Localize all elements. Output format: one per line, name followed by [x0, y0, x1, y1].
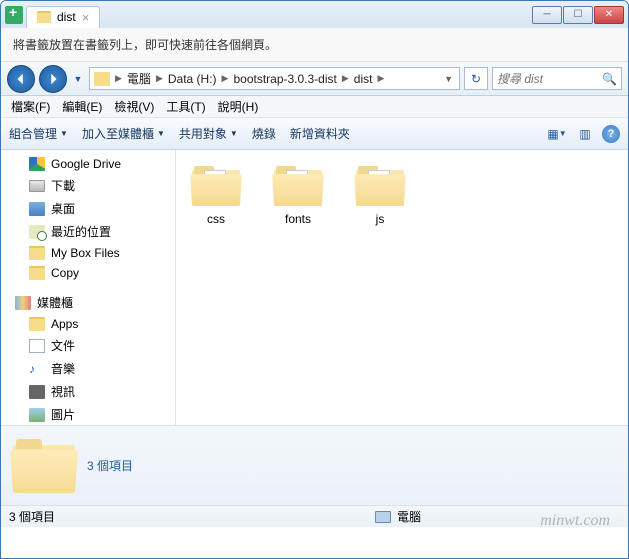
sidebar-item-pictures[interactable]: 圖片: [1, 403, 175, 425]
forward-button[interactable]: [39, 65, 67, 93]
include-library-button[interactable]: 加入至媒體櫃▼: [82, 125, 165, 142]
chevron-right-icon: ▶: [115, 73, 122, 84]
address-dropdown[interactable]: ▼: [440, 74, 457, 84]
tip-bar: 將書籤放置在書籤列上，即可快速前往各個網頁。: [1, 28, 628, 62]
menu-tools[interactable]: 工具(T): [162, 96, 209, 117]
watermark: minwt.com: [540, 512, 610, 530]
sidebar-item-videos[interactable]: 視訊: [1, 380, 175, 403]
folder-icon: [13, 439, 75, 493]
nav-bar: ▼ ▶ 電腦 ▶ Data (H:) ▶ bootstrap-3.0.3-dis…: [1, 62, 628, 96]
navigation-pane[interactable]: Google Drive 下載 桌面 最近的位置 My Box Files Co…: [1, 150, 176, 425]
arrow-right-icon: [46, 72, 60, 86]
status-computer: 電腦: [375, 508, 421, 525]
file-name: css: [207, 212, 225, 226]
document-icon: [29, 339, 45, 353]
computer-icon: [375, 511, 391, 523]
chevron-right-icon: ▶: [342, 73, 349, 84]
share-button[interactable]: 共用對象▼: [179, 125, 238, 142]
breadcrumb-item[interactable]: Data (H:): [166, 72, 219, 86]
arrow-left-icon: [14, 72, 28, 86]
folder-icon: [356, 166, 404, 206]
minimize-button[interactable]: ─: [532, 6, 562, 24]
titlebar: dist × ─ ☐ ✕: [1, 1, 628, 28]
sidebar-item-mybox[interactable]: My Box Files: [1, 243, 175, 263]
tip-text: 將書籤放置在書籤列上，即可快速前往各個網頁。: [13, 38, 277, 52]
sidebar-item-music[interactable]: ♪音樂: [1, 357, 175, 380]
sidebar-item-desktop[interactable]: 桌面: [1, 197, 175, 220]
status-count: 3 個項目: [9, 508, 55, 525]
menu-bar: 檔案(F) 編輯(E) 檢視(V) 工具(T) 說明(H): [1, 96, 628, 118]
downloads-icon: [29, 180, 45, 192]
tab-label: dist: [57, 10, 76, 24]
refresh-button[interactable]: ↻: [464, 67, 488, 90]
folder-icon: [37, 11, 51, 23]
folder-item-css[interactable]: css: [188, 162, 244, 230]
address-bar[interactable]: ▶ 電腦 ▶ Data (H:) ▶ bootstrap-3.0.3-dist …: [89, 67, 460, 90]
breadcrumb-item[interactable]: 電腦: [125, 70, 153, 87]
menu-view[interactable]: 檢視(V): [110, 96, 158, 117]
sidebar-item-documents[interactable]: 文件: [1, 334, 175, 357]
file-name: fonts: [285, 212, 311, 226]
close-icon[interactable]: ×: [82, 10, 90, 25]
search-input[interactable]: [497, 72, 602, 86]
tab-current[interactable]: dist ×: [26, 6, 100, 28]
menu-file[interactable]: 檔案(F): [7, 96, 54, 117]
help-button[interactable]: ?: [602, 125, 620, 143]
window-controls: ─ ☐ ✕: [532, 6, 624, 24]
folder-icon: [192, 166, 240, 206]
file-name: js: [376, 212, 385, 226]
sidebar-item-google-drive[interactable]: Google Drive: [1, 154, 175, 174]
chevron-right-icon: ▶: [377, 73, 384, 84]
folder-icon: [94, 72, 110, 86]
toolbar: 組合管理▼ 加入至媒體櫃▼ 共用對象▼ 燒錄 新增資料夾 ▦▼ ▥ ?: [1, 118, 628, 150]
maximize-button[interactable]: ☐: [563, 6, 593, 24]
video-icon: [29, 385, 45, 399]
search-icon[interactable]: 🔍: [602, 72, 617, 86]
sidebar-item-copy[interactable]: Copy: [1, 263, 175, 283]
breadcrumb-item[interactable]: bootstrap-3.0.3-dist: [231, 72, 338, 86]
sidebar-item-recent[interactable]: 最近的位置: [1, 220, 175, 243]
music-icon: ♪: [29, 362, 45, 376]
details-count: 3 個項目: [87, 457, 133, 474]
menu-edit[interactable]: 編輯(E): [58, 96, 106, 117]
recent-icon: [29, 225, 45, 239]
folder-item-fonts[interactable]: fonts: [270, 162, 326, 230]
folder-icon: [29, 266, 45, 280]
library-icon: [15, 296, 31, 310]
folder-icon: [29, 246, 45, 260]
sidebar-libraries-header[interactable]: 媒體櫃: [1, 291, 175, 314]
history-dropdown[interactable]: ▼: [71, 74, 85, 84]
chevron-down-icon: ▼: [157, 129, 165, 138]
view-options-button[interactable]: ▦▼: [546, 124, 568, 144]
chevron-right-icon: ▶: [156, 73, 163, 84]
picture-icon: [29, 408, 45, 422]
menu-help[interactable]: 說明(H): [214, 96, 263, 117]
close-button[interactable]: ✕: [594, 6, 624, 24]
desktop-icon: [29, 202, 45, 216]
chevron-down-icon: ▼: [60, 129, 68, 138]
sidebar-item-downloads[interactable]: 下載: [1, 174, 175, 197]
sidebar-item-apps[interactable]: Apps: [1, 314, 175, 334]
file-list-pane[interactable]: css fonts js: [176, 150, 628, 425]
folder-icon: [274, 166, 322, 206]
folder-item-js[interactable]: js: [352, 162, 408, 230]
breadcrumb-item[interactable]: dist: [352, 72, 375, 86]
burn-button[interactable]: 燒錄: [252, 125, 276, 142]
gdrive-icon: [29, 157, 45, 171]
chevron-right-icon: ▶: [222, 73, 229, 84]
status-bar: 3 個項目 電腦: [1, 505, 628, 527]
back-button[interactable]: [7, 65, 35, 93]
details-pane: 3 個項目: [1, 425, 628, 505]
app-icon: [5, 6, 23, 24]
preview-pane-button[interactable]: ▥: [574, 124, 596, 144]
chevron-down-icon: ▼: [230, 129, 238, 138]
explorer-window: dist × ─ ☐ ✕ 將書籤放置在書籤列上，即可快速前往各個網頁。 ▼ ▶ …: [0, 0, 629, 559]
organize-button[interactable]: 組合管理▼: [9, 125, 68, 142]
content-area: Google Drive 下載 桌面 最近的位置 My Box Files Co…: [1, 150, 628, 425]
search-box[interactable]: 🔍: [492, 67, 622, 90]
new-folder-button[interactable]: 新增資料夾: [290, 125, 350, 142]
folder-icon: [29, 317, 45, 331]
